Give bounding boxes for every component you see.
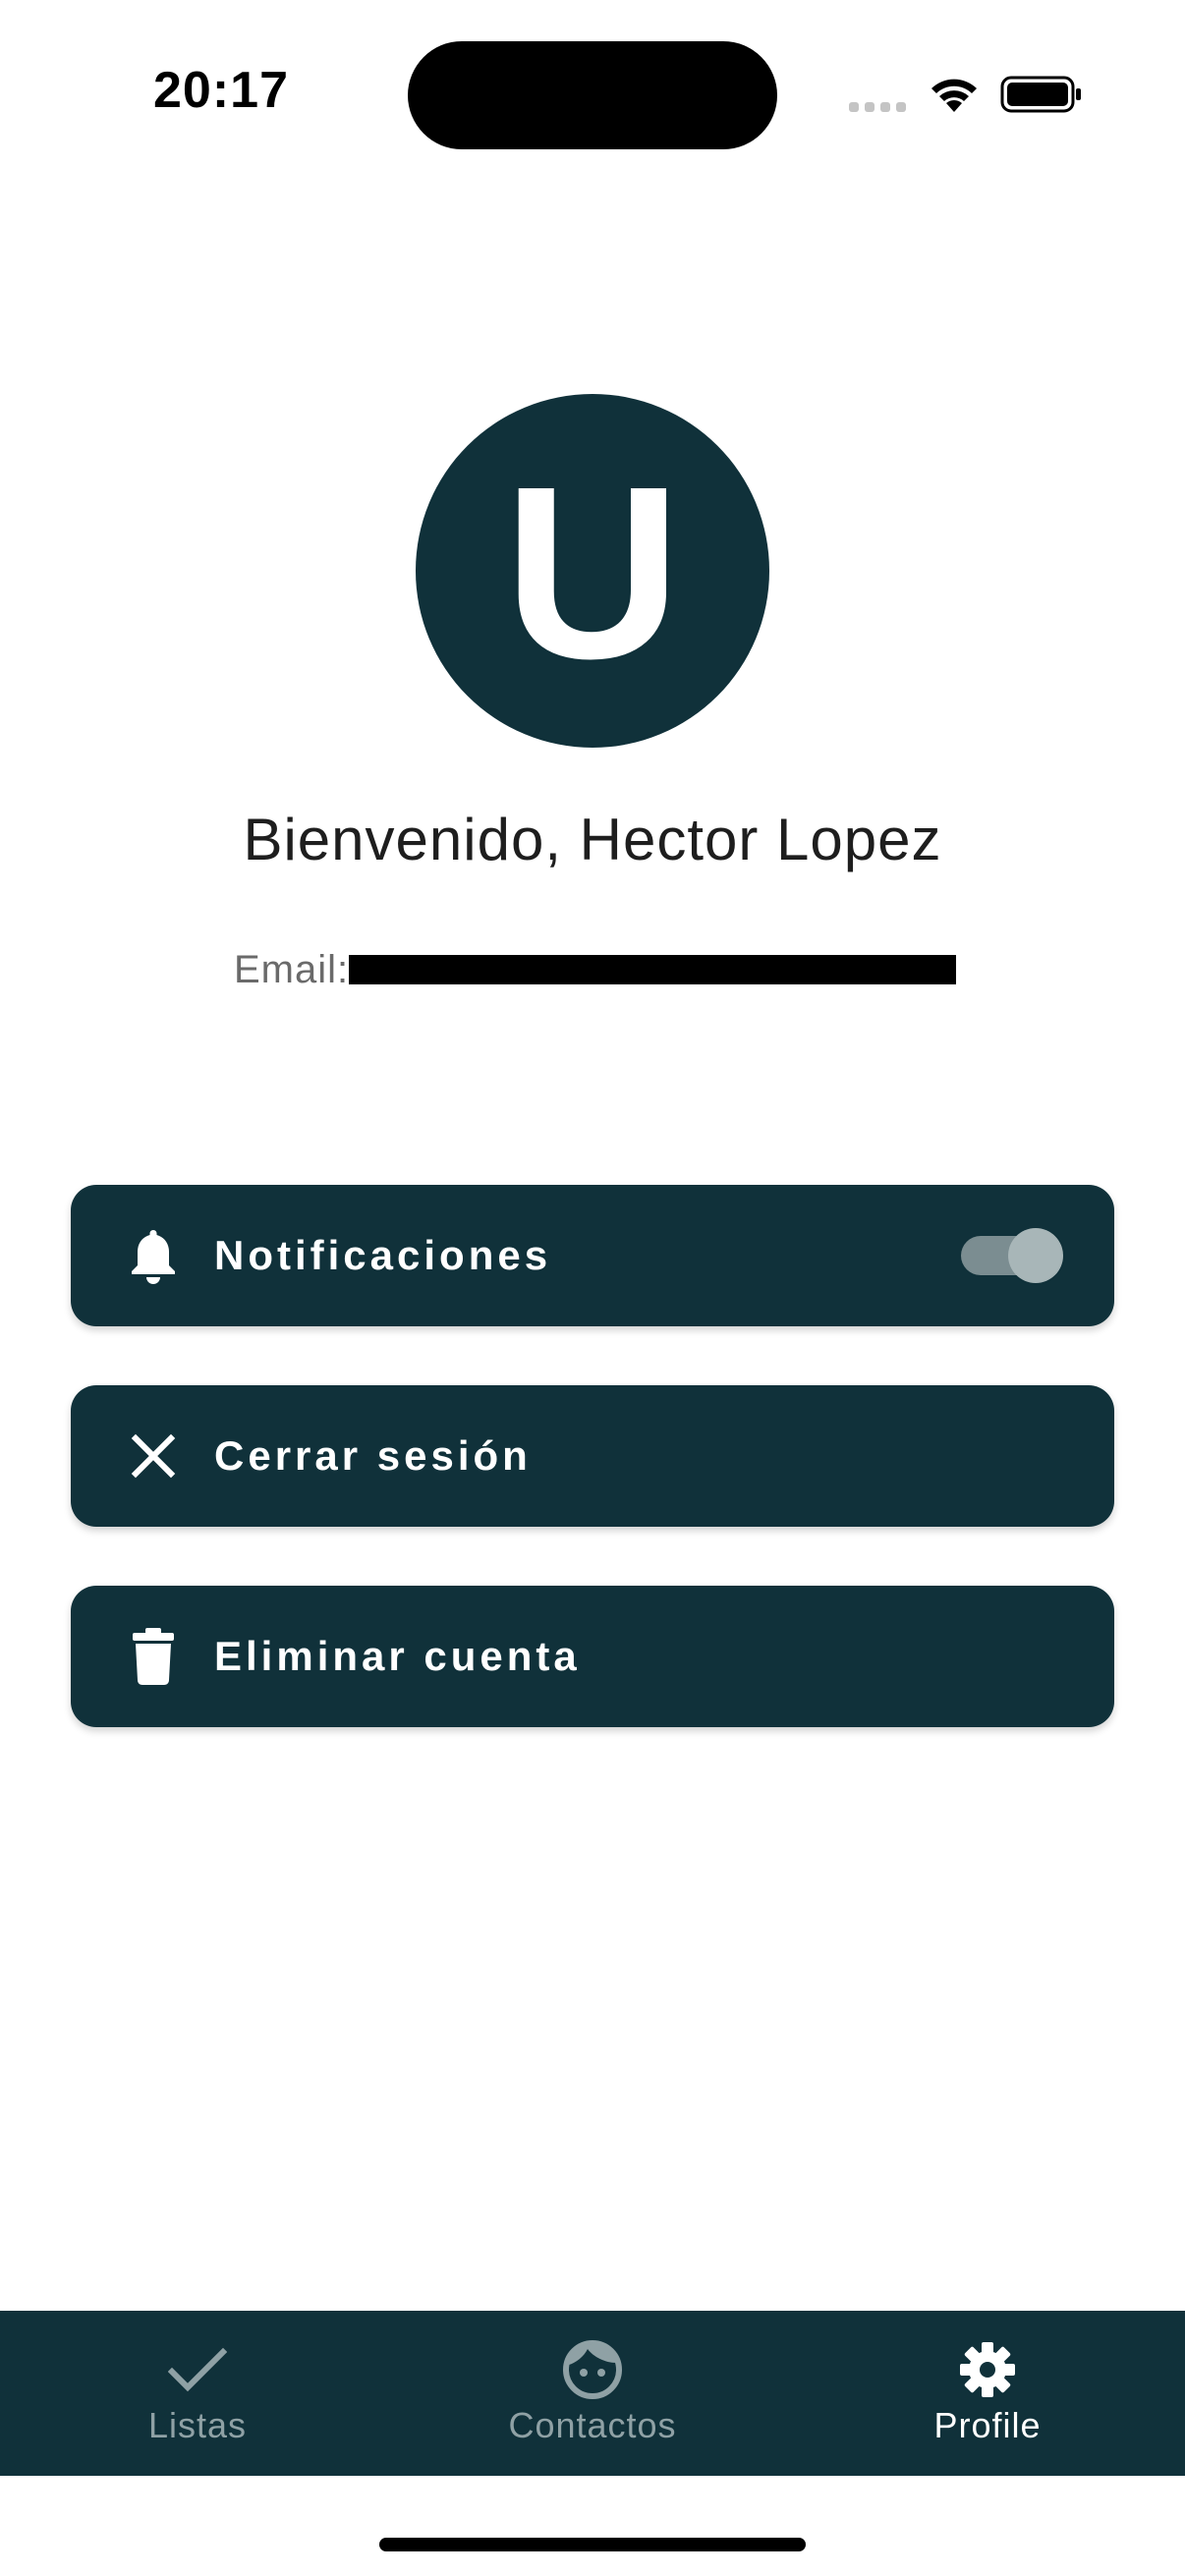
- logout-button[interactable]: Cerrar sesión: [71, 1385, 1114, 1527]
- status-time: 20:17: [153, 62, 289, 119]
- toggle-thumb: [1008, 1228, 1063, 1283]
- logout-label: Cerrar sesión: [214, 1432, 532, 1479]
- notifications-toggle[interactable]: [961, 1228, 1063, 1283]
- nav-label-profile: Profile: [933, 2405, 1042, 2445]
- nav-item-contactos[interactable]: Contactos: [395, 2311, 790, 2476]
- nav-item-profile[interactable]: Profile: [790, 2311, 1185, 2476]
- nav-label-listas: Listas: [147, 2405, 248, 2445]
- email-redacted: [349, 955, 957, 984]
- avatar-initial: U: [503, 435, 682, 709]
- email-label: Email:: [234, 947, 350, 991]
- avatar: U: [416, 394, 769, 748]
- trash-icon: [126, 1625, 181, 1688]
- bottom-navigation: Listas Contactos Profile: [0, 2311, 1185, 2476]
- home-indicator: [379, 2538, 806, 2551]
- gear-icon: [956, 2338, 1019, 2401]
- status-bar: 20:17: [0, 0, 1185, 167]
- close-icon: [126, 1425, 181, 1487]
- welcome-title: Bienvenido, Hector Lopez: [243, 807, 942, 872]
- delete-account-button[interactable]: Eliminar cuenta: [71, 1586, 1114, 1727]
- battery-icon: [1000, 76, 1081, 113]
- profile-screen: 20:17 U Bienvenido, Hector Lopez Email:: [0, 0, 1185, 2576]
- bell-icon: [126, 1224, 181, 1287]
- cellular-signal-icon: [849, 102, 906, 112]
- notifications-label: Notificaciones: [214, 1232, 552, 1278]
- notifications-button[interactable]: Notificaciones: [71, 1185, 1114, 1326]
- nav-item-listas[interactable]: Listas: [0, 2311, 395, 2476]
- delete-account-label: Eliminar cuenta: [214, 1633, 581, 1679]
- check-icon: [166, 2338, 229, 2401]
- face-icon: [561, 2338, 624, 2401]
- dynamic-island: [408, 41, 777, 149]
- email-row: Email:: [234, 945, 957, 994]
- nav-label-contactos: Contactos: [508, 2405, 677, 2445]
- wifi-icon: [931, 79, 977, 112]
